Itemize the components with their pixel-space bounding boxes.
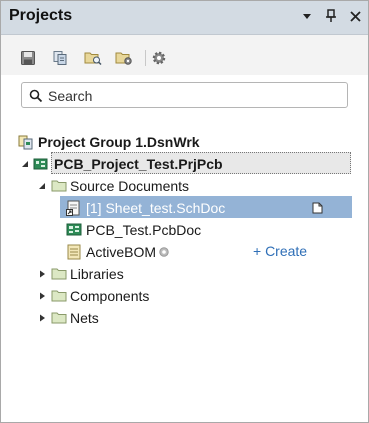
projects-panel: Projects Search Project Group 1.DsnWrk P… [0,0,369,423]
save-icon[interactable] [18,48,38,68]
tree-item-label: Project Group 1.DsnWrk [38,134,200,150]
tree-item-schematic[interactable]: [1] Sheet_test.SchDoc [1,197,361,219]
tree-item-project-group[interactable]: Project Group 1.DsnWrk [1,131,361,153]
panel-titlebar: Projects [1,1,368,35]
tree-item-label: Nets [70,310,99,326]
schematic-document-icon [66,200,80,216]
folder-icon [51,290,67,302]
tree-item-label: PCB_Test.PcbDoc [86,222,202,238]
tree-item-pcb-document[interactable]: PCB_Test.PcbDoc [1,219,361,241]
folder-settings-icon[interactable] [114,48,134,68]
gear-icon[interactable] [149,48,169,68]
tree-item-libraries[interactable]: Libraries [1,263,361,285]
search-icon [29,89,43,103]
pin-icon[interactable] [324,9,338,23]
expanded-arrow-icon[interactable] [21,160,29,168]
tree-item-label: Libraries [70,266,124,282]
folder-icon [51,312,67,324]
panel-title: Projects [9,7,73,24]
pcb-project-icon [33,158,48,170]
collapsed-arrow-icon[interactable] [38,270,46,278]
folder-search-icon[interactable] [83,48,103,68]
workspace-icon [18,135,33,150]
pcb-document-icon [66,223,82,236]
tree-item-nets[interactable]: Nets [1,307,361,329]
collapsed-arrow-icon[interactable] [38,292,46,300]
search-box[interactable] [21,82,348,108]
create-link[interactable]: + Create [253,243,307,259]
tree-item-project[interactable]: PCB_Project_Test.PrjPcb [1,153,361,175]
info-icon[interactable] [159,247,169,257]
tree-item-label: Source Documents [70,178,190,194]
tree-item-source-documents[interactable]: Source Documents [1,175,361,197]
toolbar-separator [145,50,146,66]
tree-item-label: ActiveBOM [86,244,157,260]
close-icon[interactable] [348,9,362,23]
tree-item-label: PCB_Project_Test.PrjPcb [54,156,223,172]
dropdown-arrow-icon[interactable] [300,9,314,23]
search-input[interactable] [46,85,340,107]
panel-toolbar [1,35,368,75]
expanded-arrow-icon[interactable] [38,182,46,190]
collapsed-arrow-icon[interactable] [38,314,46,322]
tree-item-label: Components [70,288,150,304]
bom-document-icon [67,244,81,260]
document-modified-icon [312,202,323,214]
tree-item-label: [1] Sheet_test.SchDoc [86,200,226,216]
tree-item-activebom[interactable]: ActiveBOM [1,241,241,263]
folder-icon [51,180,67,192]
copy-icon[interactable] [50,48,70,68]
tree-item-components[interactable]: Components [1,285,361,307]
folder-icon [51,268,67,280]
